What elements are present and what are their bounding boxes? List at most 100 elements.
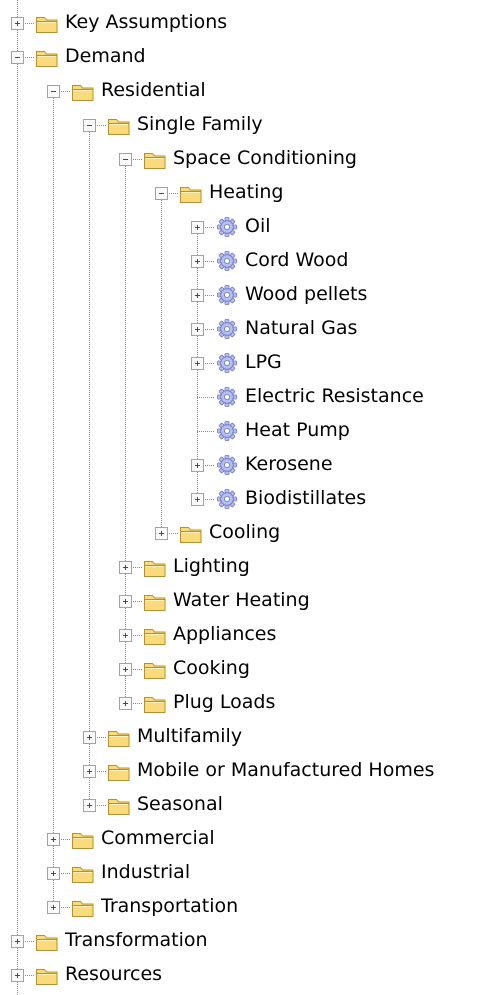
tree-item-label: Mobile or Manufactured Homes [137,759,435,781]
tree-item-biodistillates[interactable]: Biodistillates [0,482,480,516]
expand-plus-icon[interactable] [83,799,96,812]
expand-plus-icon[interactable] [191,255,204,268]
tree-item-label: Cord Wood [245,249,349,271]
tree-item-label: Key Assumptions [65,11,228,33]
expand-plus-icon[interactable] [191,323,204,336]
expand-plus-icon[interactable] [83,765,96,778]
tree-item-plug-loads[interactable]: Plug Loads [0,686,480,720]
tree-item-transportation[interactable]: Transportation [0,890,480,924]
folder-icon [35,930,59,952]
folder-icon [143,556,167,578]
tree-item-label: Heating [209,181,284,203]
tree-item-demand[interactable]: Demand [0,40,480,74]
expand-plus-icon[interactable] [119,697,132,710]
tree-item-label: Commercial [101,827,215,849]
collapse-minus-icon[interactable] [47,85,60,98]
tree-branch-line [197,431,214,432]
tree-item-kerosene[interactable]: Kerosene [0,448,480,482]
folder-icon [143,692,167,714]
tree-item-electric-resistance[interactable]: Electric Resistance [0,380,480,414]
tree-view[interactable]: Key Assumptions Demand Residential Single F… [0,0,480,995]
expand-plus-icon[interactable] [119,663,132,676]
folder-icon [71,828,95,850]
gear-icon [215,318,239,340]
expand-plus-icon[interactable] [11,969,24,982]
folder-icon [143,590,167,612]
tree-item-natural-gas[interactable]: Natural Gas [0,312,480,346]
expand-plus-icon[interactable] [47,867,60,880]
collapse-minus-icon[interactable] [155,187,168,200]
expand-plus-icon[interactable] [83,731,96,744]
tree-item-label: Cooking [173,657,250,679]
collapse-minus-icon[interactable] [119,153,132,166]
folder-icon [179,522,203,544]
expand-plus-icon[interactable] [191,357,204,370]
expand-plus-icon[interactable] [119,629,132,642]
tree-item-transformation[interactable]: Transformation [0,924,480,958]
tree-item-multifamily[interactable]: Multifamily [0,720,480,754]
tree-item-mobile-or-manufactured-homes[interactable]: Mobile or Manufactured Homes [0,754,480,788]
tree-item-residential[interactable]: Residential [0,74,480,108]
gear-icon [215,352,239,374]
tree-item-industrial[interactable]: Industrial [0,856,480,890]
tree-item-heat-pump[interactable]: Heat Pump [0,414,480,448]
tree-branch-line [197,397,214,398]
expand-plus-icon[interactable] [47,833,60,846]
tree-item-label: LPG [245,351,282,373]
tree-item-heating[interactable]: Heating [0,176,480,210]
tree-item-resources[interactable]: Resources [0,958,480,992]
gear-icon [215,420,239,442]
tree-item-label: Water Heating [173,589,310,611]
tree-item-wood-pellets[interactable]: Wood pellets [0,278,480,312]
tree-item-label: Biodistillates [245,487,367,509]
expand-plus-icon[interactable] [11,17,24,30]
tree-item-label: Industrial [101,861,191,883]
expand-plus-icon[interactable] [191,459,204,472]
tree-item-oil[interactable]: Oil [0,210,480,244]
tree-item-commercial[interactable]: Commercial [0,822,480,856]
expand-plus-icon[interactable] [119,561,132,574]
tree-item-cooking[interactable]: Cooking [0,652,480,686]
expand-plus-icon[interactable] [191,221,204,234]
tree-item-lpg[interactable]: LPG [0,346,480,380]
expand-plus-icon[interactable] [191,289,204,302]
tree-item-label: Single Family [137,113,263,135]
tree-item-label: Appliances [173,623,277,645]
tree-item-cord-wood[interactable]: Cord Wood [0,244,480,278]
folder-icon [107,114,131,136]
folder-icon [143,624,167,646]
tree-item-seasonal[interactable]: Seasonal [0,788,480,822]
gear-icon [215,284,239,306]
tree-item-key-assumptions[interactable]: Key Assumptions [0,6,480,40]
tree-item-appliances[interactable]: Appliances [0,618,480,652]
collapse-minus-icon[interactable] [11,51,24,64]
folder-icon [71,80,95,102]
tree-item-single-family[interactable]: Single Family [0,108,480,142]
tree-item-cooling[interactable]: Cooling [0,516,480,550]
expand-plus-icon[interactable] [191,493,204,506]
folder-icon [71,862,95,884]
tree-item-lighting[interactable]: Lighting [0,550,480,584]
tree-item-label: Residential [101,79,206,101]
tree-item-water-heating[interactable]: Water Heating [0,584,480,618]
gear-icon [215,216,239,238]
folder-icon [143,658,167,680]
tree-item-label: Heat Pump [245,419,350,441]
tree-item-label: Demand [65,45,146,67]
tree-item-label: Space Conditioning [173,147,357,169]
folder-icon [35,964,59,986]
tree-item-label: Seasonal [137,793,223,815]
expand-plus-icon[interactable] [11,935,24,948]
tree-item-label: Natural Gas [245,317,358,339]
collapse-minus-icon[interactable] [83,119,96,132]
gear-icon [215,488,239,510]
gear-icon [215,386,239,408]
folder-icon [35,46,59,68]
tree-item-space-conditioning[interactable]: Space Conditioning [0,142,480,176]
expand-plus-icon[interactable] [155,527,168,540]
expand-plus-icon[interactable] [119,595,132,608]
tree-item-label: Multifamily [137,725,243,747]
tree-item-label: Electric Resistance [245,385,424,407]
folder-icon [107,760,131,782]
expand-plus-icon[interactable] [47,901,60,914]
